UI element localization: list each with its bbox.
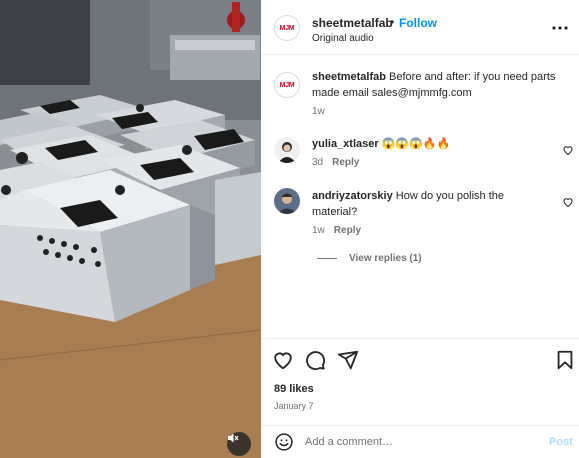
post-date[interactable]: January 7 — [274, 401, 314, 411]
speaker-muted-icon — [228, 433, 239, 443]
comment-username[interactable]: yulia_xtlaser — [312, 138, 379, 150]
caption-username[interactable]: sheetmetalfab — [312, 71, 386, 83]
comment-bubble-icon[interactable] — [304, 349, 326, 371]
comment-meta: 1w Reply — [312, 225, 361, 236]
author-avatar[interactable]: MJM — [274, 15, 300, 41]
commenter-avatar[interactable] — [274, 137, 300, 163]
reply-button[interactable]: Reply — [334, 225, 361, 236]
mjm-logo-text: MJM — [279, 81, 295, 89]
post-header: MJM sheetmetalfab • Follow Original audi… — [261, 0, 579, 55]
comment-time: 1w — [312, 225, 325, 236]
mjm-logo-text: MJM — [279, 24, 295, 32]
heart-icon[interactable] — [562, 144, 574, 156]
follow-button[interactable]: Follow — [399, 16, 437, 30]
comment-body: 😱😱😱🔥🔥 — [381, 138, 451, 150]
replies-divider — [317, 258, 337, 259]
header-separator: • — [390, 15, 395, 29]
avatar-photo — [274, 137, 300, 163]
metal-enclosures-photo — [0, 0, 261, 458]
post-media-video[interactable] — [0, 0, 261, 458]
commenter-avatar[interactable] — [274, 188, 300, 214]
view-replies-button[interactable]: View replies (1) — [317, 253, 422, 264]
post-button[interactable]: Post — [549, 436, 573, 448]
comment-input[interactable] — [305, 432, 535, 452]
comment-text: andriyzatorskiy How do you polish the ma… — [312, 188, 552, 220]
reply-button[interactable]: Reply — [332, 157, 359, 168]
comment-time: 3d — [312, 157, 324, 168]
caption-avatar[interactable]: MJM — [274, 72, 300, 98]
paper-plane-icon[interactable] — [337, 349, 359, 371]
mute-button[interactable] — [227, 432, 251, 456]
caption-text: sheetmetalfab Before and after: if you n… — [312, 69, 567, 101]
post-details-panel: MJM sheetmetalfab • Follow Original audi… — [261, 0, 579, 458]
more-horizontal-icon[interactable] — [550, 18, 570, 38]
audio-link[interactable]: Original audio — [312, 33, 374, 44]
caption-meta: 1w — [312, 106, 325, 117]
view-replies-label: View replies (1) — [349, 253, 422, 264]
likes-count[interactable]: 89 likes — [274, 383, 314, 395]
comment-meta: 3d Reply — [312, 157, 359, 168]
bookmark-icon[interactable] — [554, 349, 576, 371]
heart-icon[interactable] — [562, 196, 574, 208]
comment-username[interactable]: andriyzatorskiy — [312, 190, 393, 202]
caption-time: 1w — [312, 106, 325, 117]
author-username[interactable]: sheetmetalfab — [312, 16, 393, 30]
avatar-photo — [274, 188, 300, 214]
comments-section: MJM sheetmetalfab Before and after: if y… — [261, 56, 579, 338]
post-actions: 89 likes January 7 — [261, 338, 579, 425]
comment-text: yulia_xtlaser 😱😱😱🔥🔥 — [312, 136, 552, 152]
heart-icon[interactable] — [272, 349, 294, 371]
comment-composer: Post — [261, 425, 579, 458]
smiley-icon[interactable] — [274, 432, 294, 452]
